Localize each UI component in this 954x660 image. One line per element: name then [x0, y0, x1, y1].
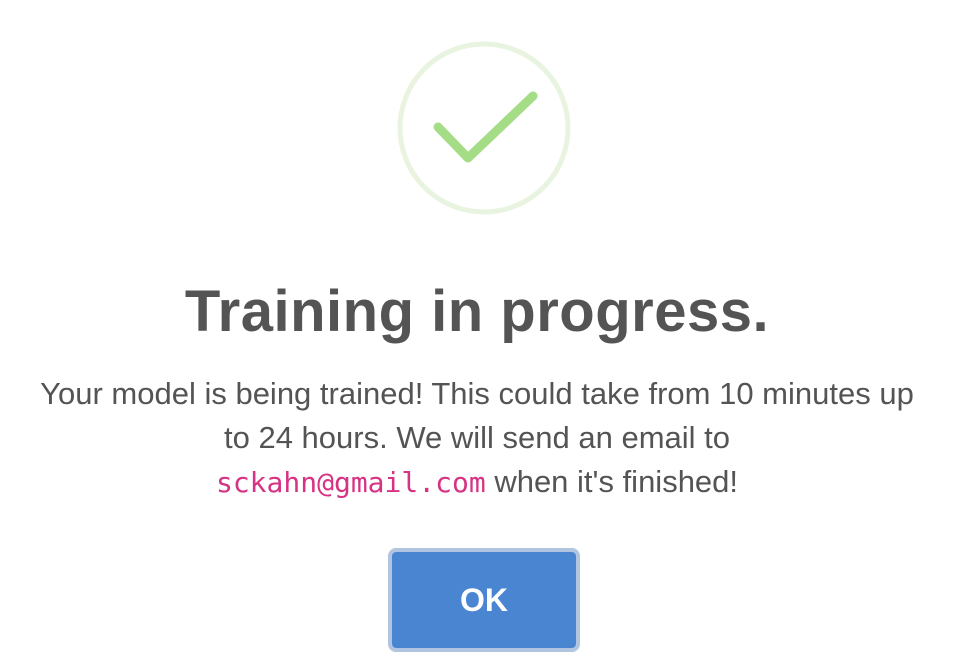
- dialog-title: Training in progress.: [184, 279, 770, 344]
- message-text-part1: Your model is being trained! This could …: [40, 376, 914, 455]
- success-check-icon: [397, 41, 571, 215]
- training-dialog: Training in progress. Your model is bein…: [0, 0, 954, 660]
- success-icon-ring: [397, 41, 571, 215]
- ok-button[interactable]: OK: [388, 548, 580, 652]
- ok-button-label: OK: [392, 552, 576, 648]
- success-icon-checkmark: [433, 91, 538, 163]
- dialog-message: Your model is being trained! This could …: [30, 372, 924, 505]
- email-address: sckahn@gmail.com: [215, 466, 486, 499]
- message-text-part2: when it's finished!: [494, 464, 739, 499]
